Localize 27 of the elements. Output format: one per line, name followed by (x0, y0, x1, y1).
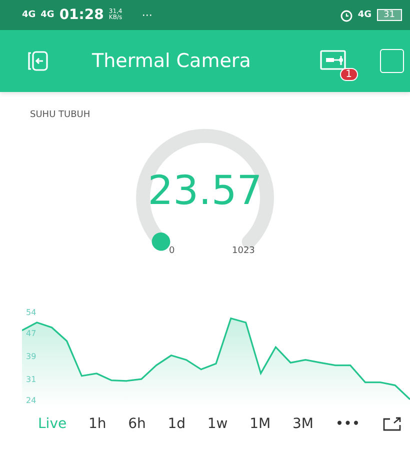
range-tab[interactable]: 1h (88, 416, 106, 432)
alarm-icon (340, 8, 353, 22)
network-label: 4G (22, 10, 36, 20)
axis-tick: 47 (26, 328, 36, 338)
gauge-fill (152, 232, 170, 251)
more-text: ··· (142, 8, 152, 22)
axis-tick: 39 (26, 352, 36, 361)
range-tab[interactable]: 1M (250, 416, 271, 432)
network-label: 4G (358, 10, 372, 20)
axis-tick: 24 (26, 396, 36, 405)
axis-tick: 31 (26, 375, 36, 384)
gauge-value: 23.57 (146, 168, 264, 214)
expand-icon[interactable] (382, 416, 402, 432)
app-title: Thermal Camera (92, 50, 251, 72)
network-label: 4G (40, 10, 54, 20)
notification-badge: 1 (340, 68, 358, 81)
range-tab[interactable]: 1w (207, 416, 228, 432)
clock-text: 01:28 (59, 7, 104, 23)
battery-indicator: 31 (376, 9, 402, 21)
range-tab[interactable]: ••• (335, 416, 360, 432)
widget-label: SUHU TUBUH (30, 110, 92, 120)
range-tab[interactable]: 6h (128, 416, 146, 432)
gauge-min: 0 (169, 246, 175, 256)
gauge-max: 1023 (232, 246, 255, 256)
axis-tick: 54 (26, 308, 36, 317)
range-tab[interactable]: 3M (292, 416, 314, 432)
range-tab[interactable]: 1d (168, 416, 186, 432)
